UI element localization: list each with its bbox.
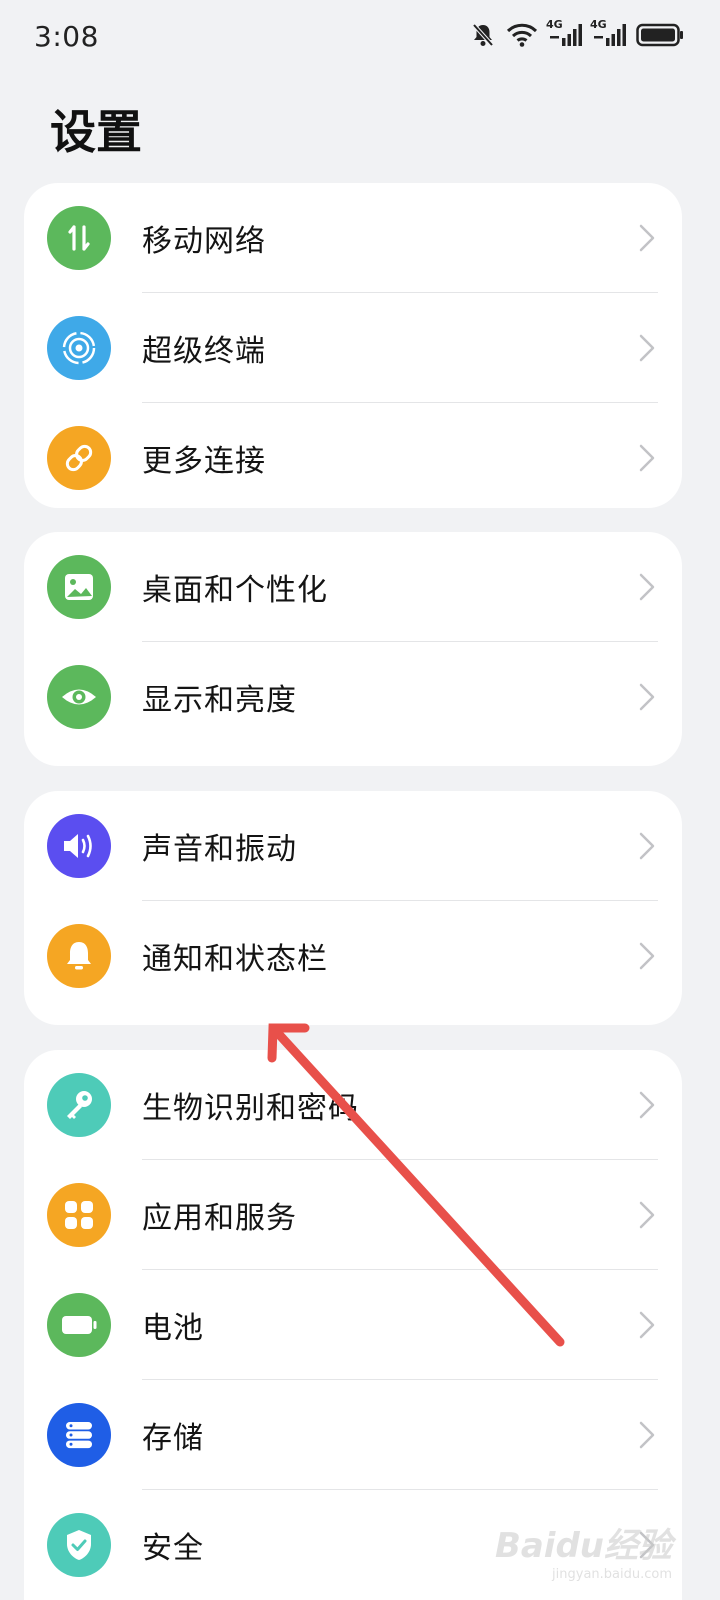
battery-status-icon bbox=[636, 22, 684, 48]
settings-item-label: 应用和服务 bbox=[142, 1201, 297, 1236]
chevron-right-icon bbox=[639, 334, 655, 362]
settings-item-label: 桌面和个性化 bbox=[142, 573, 328, 608]
settings-item-label: 存储 bbox=[142, 1421, 204, 1456]
settings-item-home-screen[interactable]: 桌面和个性化 bbox=[24, 532, 682, 642]
mobile-data-icon bbox=[47, 206, 111, 270]
status-bar: 3:08 4G 4G bbox=[0, 0, 720, 78]
bell-icon bbox=[47, 924, 111, 988]
settings-item-biometrics-password[interactable]: 生物识别和密码 bbox=[24, 1050, 682, 1160]
key-icon bbox=[47, 1073, 111, 1137]
settings-item-notifications[interactable]: 通知和状态栏 bbox=[24, 901, 682, 1011]
settings-item-label: 通知和状态栏 bbox=[142, 942, 328, 977]
settings-item-label: 声音和振动 bbox=[142, 832, 297, 867]
settings-item-label: 更多连接 bbox=[142, 444, 266, 479]
watermark: Baidu经验 jingyan.baidu.com bbox=[495, 1518, 672, 1582]
page-title: 设置 bbox=[50, 105, 142, 159]
chevron-right-icon bbox=[639, 1091, 655, 1119]
settings-item-label: 显示和亮度 bbox=[142, 683, 297, 718]
settings-item-label: 移动网络 bbox=[142, 224, 266, 259]
chevron-right-icon bbox=[639, 444, 655, 472]
speaker-icon bbox=[47, 814, 111, 878]
status-icons: 4G 4G bbox=[470, 18, 684, 48]
settings-item-mobile-network[interactable]: 移动网络 bbox=[24, 183, 682, 293]
wallpaper-icon bbox=[47, 555, 111, 619]
net-type-label: 4G bbox=[590, 18, 607, 31]
apps-icon bbox=[47, 1183, 111, 1247]
settings-item-more-connections[interactable]: 更多连接 bbox=[24, 403, 682, 508]
shield-icon bbox=[47, 1513, 111, 1577]
settings-item-label: 生物识别和密码 bbox=[142, 1091, 359, 1126]
watermark-url: jingyan.baidu.com bbox=[552, 1567, 672, 1582]
settings-item-battery[interactable]: 电池 bbox=[24, 1270, 682, 1380]
chevron-right-icon bbox=[639, 573, 655, 601]
battery-icon bbox=[47, 1293, 111, 1357]
wifi-icon bbox=[506, 22, 538, 48]
settings-item-label: 超级终端 bbox=[142, 334, 266, 369]
chevron-right-icon bbox=[639, 683, 655, 711]
signal-4g-icon: 4G bbox=[546, 18, 582, 48]
settings-item-storage[interactable]: 存储 bbox=[24, 1380, 682, 1490]
settings-item-label: 电池 bbox=[142, 1311, 204, 1346]
signal-4g-icon: 4G bbox=[590, 18, 626, 48]
settings-group-connectivity: 移动网络 超级终端 更多连接 bbox=[24, 183, 682, 508]
settings-item-super-device[interactable]: 超级终端 bbox=[24, 293, 682, 403]
settings-screen: 3:08 4G 4G 设置 移动网络 超级终端 更多连接 桌面和个性化 显示和亮… bbox=[0, 0, 720, 1600]
storage-icon bbox=[47, 1403, 111, 1467]
settings-item-apps-services[interactable]: 应用和服务 bbox=[24, 1160, 682, 1270]
chevron-right-icon bbox=[639, 942, 655, 970]
link-icon bbox=[47, 426, 111, 490]
chevron-right-icon bbox=[639, 832, 655, 860]
settings-item-label: 安全 bbox=[142, 1531, 204, 1566]
net-type-label: 4G bbox=[546, 18, 563, 31]
settings-group-sound-notifications: 声音和振动 通知和状态栏 bbox=[24, 791, 682, 1025]
super-device-icon bbox=[47, 316, 111, 380]
bell-off-icon bbox=[470, 22, 496, 48]
chevron-right-icon bbox=[639, 1311, 655, 1339]
chevron-right-icon bbox=[639, 224, 655, 252]
chevron-right-icon bbox=[639, 1421, 655, 1449]
chevron-right-icon bbox=[639, 1201, 655, 1229]
settings-group-display: 桌面和个性化 显示和亮度 bbox=[24, 532, 682, 766]
eye-icon bbox=[47, 665, 111, 729]
settings-item-display-brightness[interactable]: 显示和亮度 bbox=[24, 642, 682, 752]
settings-item-sound-vibration[interactable]: 声音和振动 bbox=[24, 791, 682, 901]
status-time: 3:08 bbox=[34, 20, 99, 53]
watermark-logo: Baidu经验 bbox=[494, 1526, 672, 1566]
